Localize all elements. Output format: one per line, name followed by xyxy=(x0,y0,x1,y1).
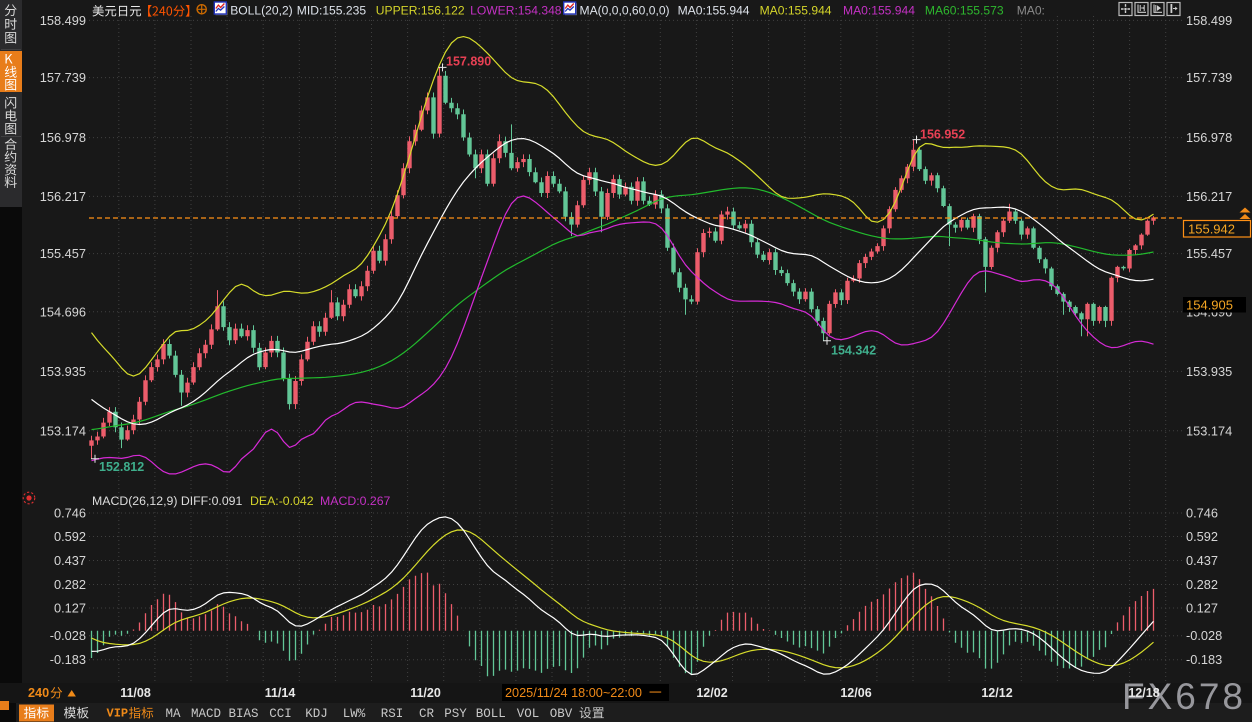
svg-text:157.890: 157.890 xyxy=(446,55,491,69)
svg-text:MA60:155.573: MA60:155.573 xyxy=(925,4,1004,18)
svg-text:MA: MA xyxy=(165,707,181,721)
svg-text:154.905: 154.905 xyxy=(1186,298,1233,313)
svg-text:PSY: PSY xyxy=(444,707,467,721)
svg-text:156.952: 156.952 xyxy=(920,128,965,142)
svg-text:156.978: 156.978 xyxy=(1186,130,1232,145)
svg-text:MA0:155.944: MA0:155.944 xyxy=(760,4,832,18)
svg-text:12/18: 12/18 xyxy=(1128,686,1159,700)
svg-text:CR: CR xyxy=(419,707,435,721)
svg-text:154.696: 154.696 xyxy=(40,304,86,319)
svg-text:-0.028: -0.028 xyxy=(50,628,86,643)
svg-text:-0.028: -0.028 xyxy=(1186,628,1222,643)
svg-text:MACD: MACD xyxy=(191,707,221,721)
svg-text:12/06: 12/06 xyxy=(840,686,871,700)
svg-text:12/12: 12/12 xyxy=(981,686,1012,700)
svg-text:152.812: 152.812 xyxy=(99,460,144,474)
svg-text:153.174: 153.174 xyxy=(1186,423,1232,438)
svg-text:MA(0,0,0,60,0,0): MA(0,0,0,60,0,0) xyxy=(580,4,670,18)
svg-text:0.746: 0.746 xyxy=(54,506,86,521)
svg-text:BOLL: BOLL xyxy=(476,707,506,721)
svg-text:0.746: 0.746 xyxy=(1186,506,1218,521)
svg-text:VOL: VOL xyxy=(517,707,540,721)
svg-text:UPPER:156.122: UPPER:156.122 xyxy=(376,4,465,18)
svg-text:CCI: CCI xyxy=(269,707,292,721)
svg-text:MACD:0.267: MACD:0.267 xyxy=(320,494,391,508)
svg-text:VIP: VIP xyxy=(107,707,129,721)
svg-text:-0.183: -0.183 xyxy=(1186,652,1222,667)
svg-text:0.592: 0.592 xyxy=(1186,529,1218,544)
svg-text:MID:155.235: MID:155.235 xyxy=(297,4,367,18)
svg-text:0.437: 0.437 xyxy=(54,553,86,568)
svg-text:157.739: 157.739 xyxy=(1186,70,1232,85)
svg-text:155.457: 155.457 xyxy=(1186,246,1232,261)
svg-text:11/20: 11/20 xyxy=(410,686,441,700)
svg-text:153.935: 153.935 xyxy=(40,364,86,379)
svg-text:BIAS: BIAS xyxy=(228,707,258,721)
svg-text:153.935: 153.935 xyxy=(1186,364,1232,379)
svg-text:RSI: RSI xyxy=(381,707,404,721)
svg-text:OBV: OBV xyxy=(550,707,573,721)
svg-text:LW%: LW% xyxy=(343,707,366,721)
svg-text:156.217: 156.217 xyxy=(40,189,86,204)
svg-text:156.978: 156.978 xyxy=(40,130,86,145)
svg-text:0.282: 0.282 xyxy=(54,577,86,592)
svg-text:MA0:: MA0: xyxy=(1017,4,1045,18)
svg-text:BOLL(20,2): BOLL(20,2) xyxy=(230,4,293,18)
svg-text:MA0:155.944: MA0:155.944 xyxy=(678,4,750,18)
svg-text:0.127: 0.127 xyxy=(1186,601,1218,616)
svg-text:11/08: 11/08 xyxy=(120,686,151,700)
svg-text:KDJ: KDJ xyxy=(305,707,328,721)
svg-text:-0.183: -0.183 xyxy=(50,652,86,667)
svg-text:155.457: 155.457 xyxy=(40,246,86,261)
svg-text:LOWER:154.348: LOWER:154.348 xyxy=(470,4,562,18)
svg-text:MA0:155.944: MA0:155.944 xyxy=(843,4,915,18)
svg-text:0.592: 0.592 xyxy=(54,529,86,544)
svg-text:MACD(26,12,9) DIFF:0.091: MACD(26,12,9) DIFF:0.091 xyxy=(92,494,243,508)
svg-text:DEA:-0.042: DEA:-0.042 xyxy=(250,494,314,508)
svg-text:11/14: 11/14 xyxy=(265,686,296,700)
svg-text:153.174: 153.174 xyxy=(40,423,86,438)
svg-text:158.499: 158.499 xyxy=(1186,13,1232,28)
svg-text:154.342: 154.342 xyxy=(831,344,876,358)
svg-text:0.282: 0.282 xyxy=(1186,577,1218,592)
svg-text:158.499: 158.499 xyxy=(40,13,86,28)
svg-text:0.127: 0.127 xyxy=(54,601,86,616)
svg-text:157.739: 157.739 xyxy=(40,70,86,85)
svg-text:0.437: 0.437 xyxy=(1186,553,1218,568)
svg-text:156.217: 156.217 xyxy=(1186,189,1232,204)
svg-text:12/02: 12/02 xyxy=(696,686,727,700)
svg-text:2025/11/24 18:00~22:00: 2025/11/24 18:00~22:00 xyxy=(505,686,642,700)
svg-text:240: 240 xyxy=(28,686,49,700)
svg-text:155.942: 155.942 xyxy=(1188,222,1235,237)
